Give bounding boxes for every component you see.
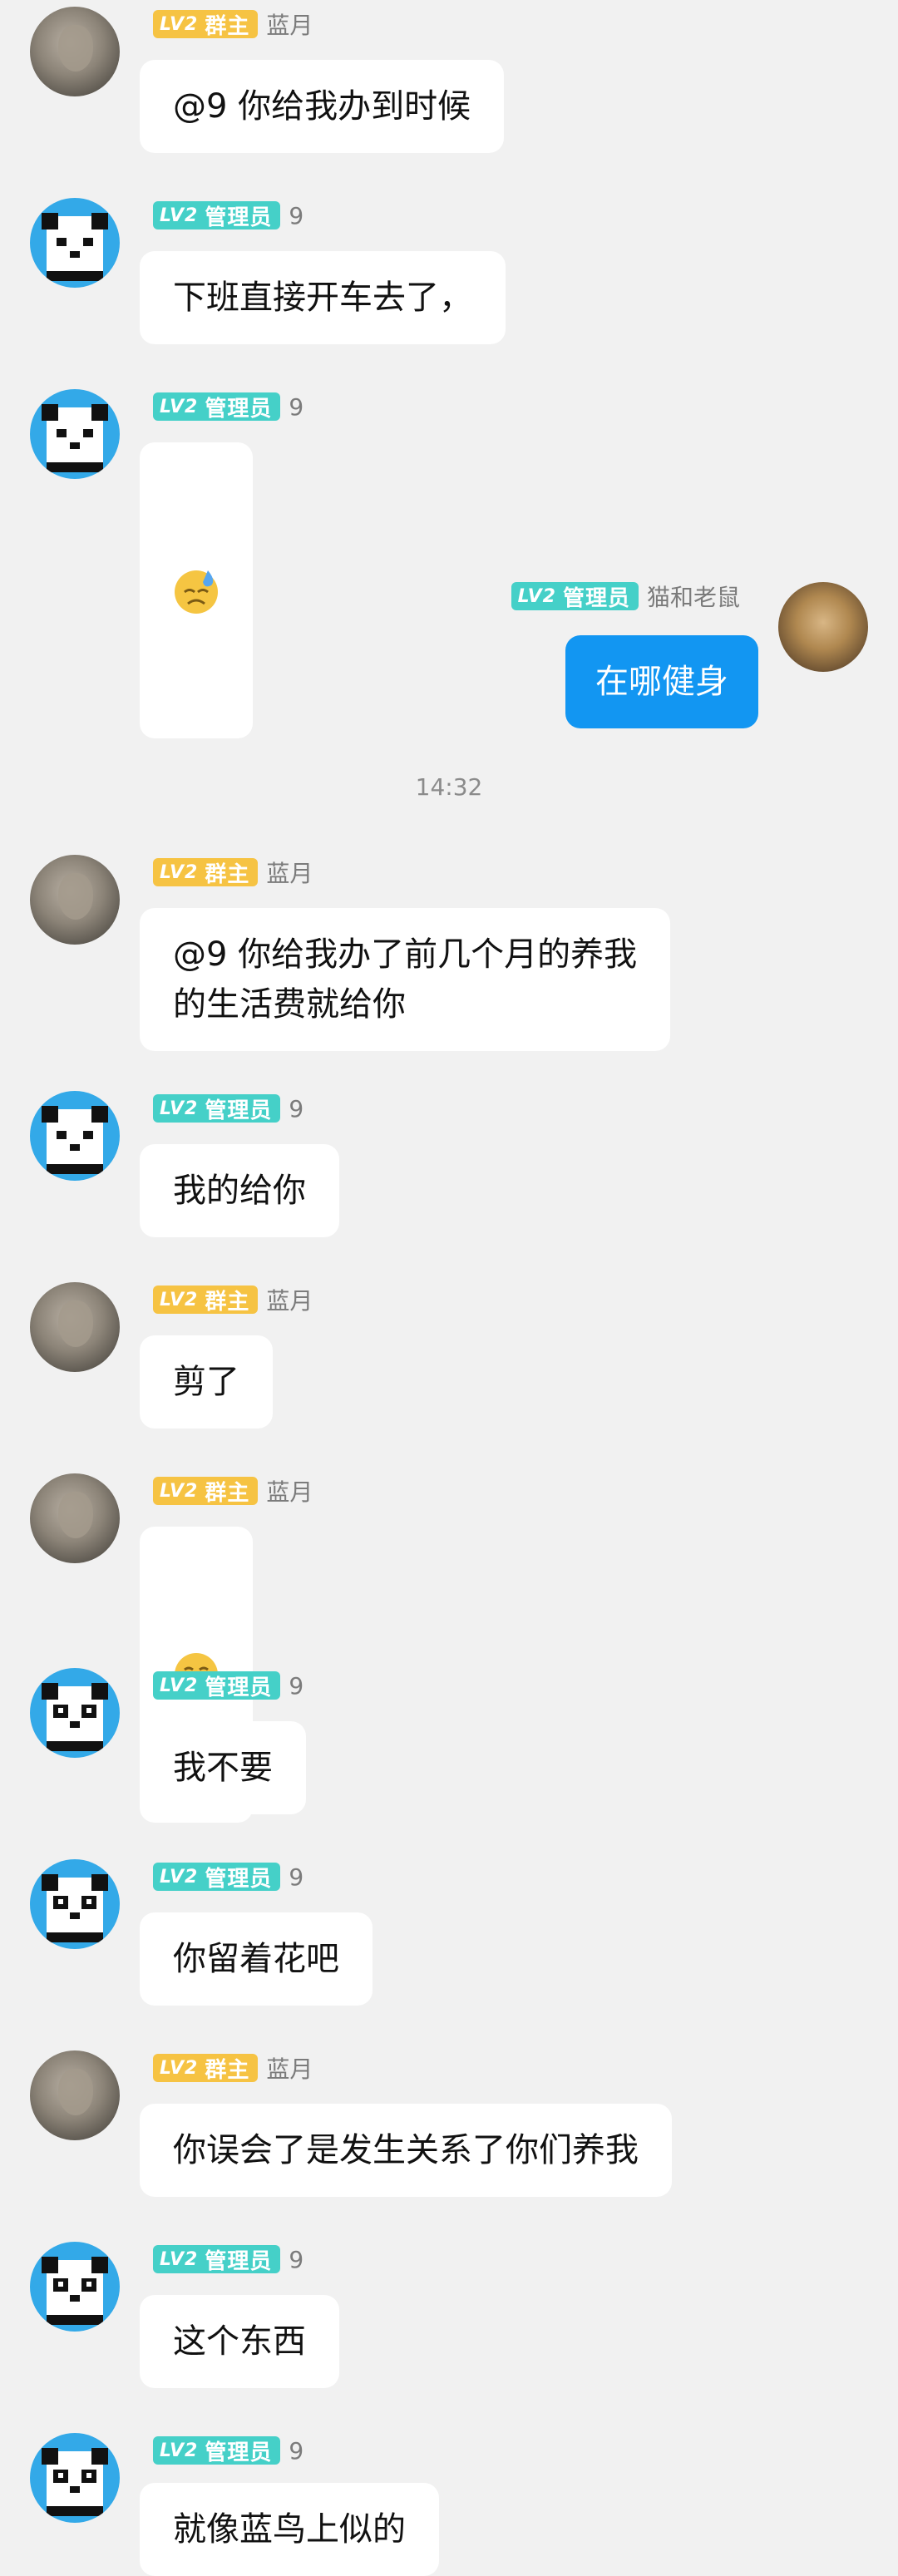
panda-icon	[42, 213, 108, 281]
message-bubble[interactable]: 你误会了是发生关系了你们养我	[140, 2104, 672, 2197]
avatar[interactable]	[30, 2433, 120, 2523]
avatar[interactable]	[778, 582, 868, 672]
message-bubble[interactable]: 我的给你	[140, 1144, 339, 1237]
avatar[interactable]	[30, 1091, 120, 1181]
sender-name[interactable]: 9	[289, 393, 303, 421]
admin-badge: LV2 管理员	[153, 392, 281, 422]
sender-meta: LV2 群主 蓝月	[153, 856, 313, 889]
sender-meta: LV2 群主 蓝月	[153, 1283, 313, 1316]
admin-badge: LV2 管理员	[153, 1863, 281, 1892]
admin-badge: LV2 管理员	[511, 582, 639, 611]
message-bubble[interactable]: 你留着花吧	[140, 1912, 373, 2006]
sender-meta: LV2 管理员 猫和老鼠	[511, 580, 740, 613]
message-bubble[interactable]: 我不要	[140, 1721, 306, 1814]
sender-name[interactable]: 猫和老鼠	[647, 580, 740, 613]
avatar[interactable]	[30, 1282, 120, 1372]
avatar[interactable]	[30, 389, 120, 479]
message-bubble[interactable]: 这个东西	[140, 2295, 339, 2388]
message-bubble[interactable]	[140, 442, 253, 738]
sender-meta: LV2 群主 蓝月	[153, 7, 313, 41]
sender-meta: LV2 管理员 9	[153, 201, 303, 230]
sender-name[interactable]: 9	[289, 1863, 303, 1891]
owner-badge: LV2 群主	[153, 1477, 259, 1506]
outgoing-message-bubble[interactable]: 在哪健身	[565, 635, 758, 728]
admin-badge: LV2 管理员	[153, 201, 281, 230]
message-bubble[interactable]: 下班直接开车去了，	[140, 251, 506, 344]
owner-badge: LV2 群主	[153, 10, 259, 39]
admin-badge: LV2 管理员	[153, 2245, 281, 2274]
owner-badge: LV2 群主	[153, 2054, 259, 2083]
panda-icon	[42, 2448, 108, 2516]
message-bubble[interactable]: 剪了	[140, 1335, 273, 1429]
sender-name[interactable]: 9	[289, 2437, 303, 2465]
sender-name[interactable]: 蓝月	[266, 2051, 313, 2085]
sender-meta: LV2 管理员 9	[153, 1094, 303, 1123]
panda-icon	[42, 1874, 108, 1942]
avatar[interactable]	[30, 1668, 120, 1758]
admin-badge: LV2 管理员	[153, 2436, 281, 2465]
sender-meta: LV2 群主 蓝月	[153, 1474, 313, 1508]
avatar[interactable]	[30, 1859, 120, 1949]
sender-name[interactable]: 蓝月	[266, 1474, 313, 1508]
sender-name[interactable]: 9	[289, 1095, 303, 1123]
avatar[interactable]	[30, 198, 120, 288]
message-bubble[interactable]: 就像蓝鸟上似的	[140, 2483, 439, 2576]
sender-name[interactable]: 9	[289, 1672, 303, 1700]
sender-meta: LV2 管理员 9	[153, 2245, 303, 2274]
panda-icon	[42, 2257, 108, 2325]
panda-icon	[42, 404, 108, 472]
avatar[interactable]	[30, 2242, 120, 2332]
avatar[interactable]	[30, 1473, 120, 1563]
avatar[interactable]	[30, 855, 120, 945]
sender-name[interactable]: 蓝月	[266, 856, 313, 889]
owner-badge: LV2 群主	[153, 1286, 259, 1315]
timestamp: 14:32	[415, 773, 483, 801]
avatar[interactable]	[30, 7, 120, 96]
admin-badge: LV2 管理员	[153, 1671, 281, 1700]
sender-name[interactable]: 9	[289, 202, 303, 229]
sender-name[interactable]: 蓝月	[266, 7, 313, 41]
sender-name[interactable]: 蓝月	[266, 1283, 313, 1316]
message-bubble[interactable]: @9 你给我办到时候	[140, 60, 505, 153]
avatar[interactable]	[30, 2050, 120, 2140]
sender-meta: LV2 群主 蓝月	[153, 2051, 313, 2085]
sender-meta: LV2 管理员 9	[153, 1863, 303, 1892]
panda-icon	[42, 1683, 108, 1751]
message-bubble[interactable]: @9 你给我办了前几个月的养我 的生活费就给你	[140, 908, 671, 1051]
sender-meta: LV2 管理员 9	[153, 392, 303, 422]
admin-badge: LV2 管理员	[153, 1094, 281, 1123]
owner-badge: LV2 群主	[153, 858, 259, 887]
panda-icon	[42, 1106, 108, 1174]
sender-meta: LV2 管理员 9	[153, 1671, 303, 1700]
sweat-smile-icon	[175, 570, 218, 614]
sender-name[interactable]: 9	[289, 2246, 303, 2273]
sender-meta: LV2 管理员 9	[153, 2436, 303, 2465]
